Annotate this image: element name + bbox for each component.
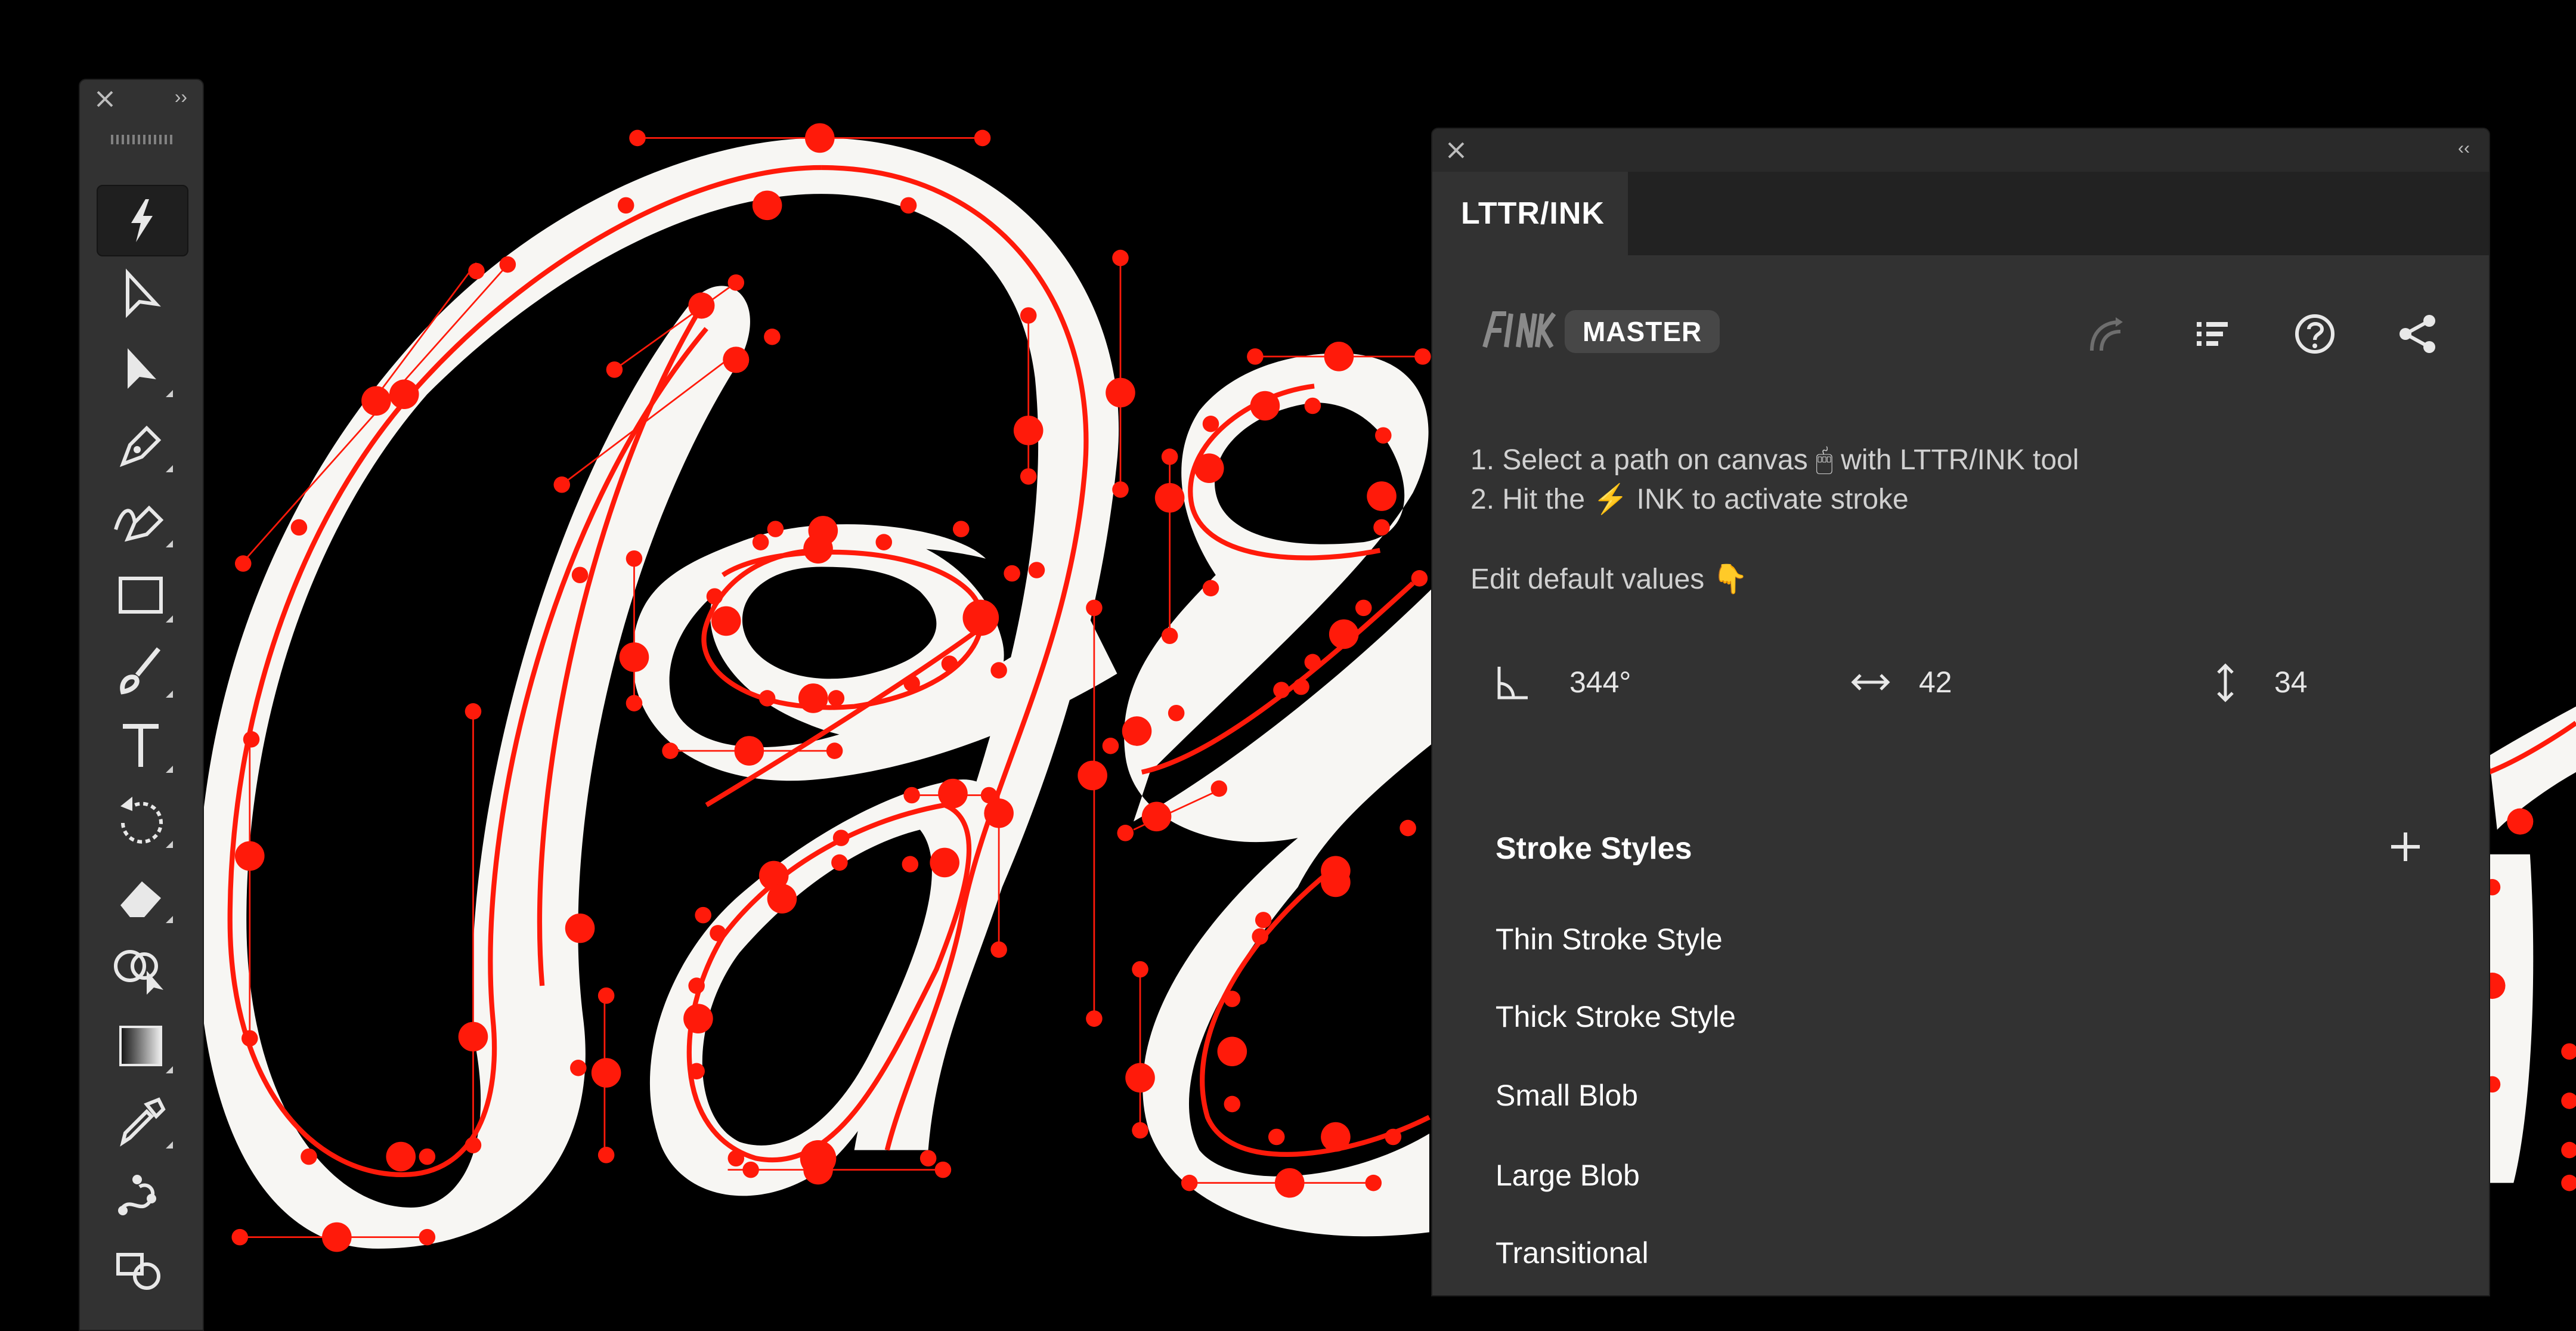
selection-tool[interactable] [97,335,186,404]
stroke-style-item[interactable]: Small Blob [1496,1076,1638,1115]
gradient-tool[interactable] [97,1011,186,1081]
direct-selection-tool[interactable] [97,260,186,329]
tools-panel: ›› [79,79,204,1331]
collapse-panel-icon[interactable]: ‹‹ [2458,138,2470,159]
width-value[interactable]: 42 [1919,664,1952,700]
more-tools-icon [166,465,173,472]
tools-panel-header: ›› [80,80,203,118]
height-value[interactable]: 34 [2274,664,2308,700]
eyedropper-tool[interactable] [97,1087,186,1156]
angle-param[interactable]: 344° [1492,656,1730,710]
rectangle-tool[interactable] [97,561,186,630]
curvature-pen-tool[interactable] [97,485,186,555]
plan-badge: MASTER [1565,310,1720,353]
panel-tab-bar: LTTR/INK [1432,172,2489,255]
more-tools-icon [166,1066,173,1073]
instruction-step-1: 1. Select a path on canvas 🖱 with LTTR/I… [1470,444,2079,476]
rotate-tool[interactable] [97,786,186,855]
type-tool[interactable] [97,711,186,780]
stroke-style-item[interactable]: Thin Stroke Style [1496,920,1723,959]
share-icon[interactable] [2391,308,2445,361]
stroke-style-item[interactable]: Large Blob [1496,1156,1640,1195]
instruction-step-2: 2. Hit the ⚡ INK to activate stroke [1470,484,1909,515]
tab-lttr-ink[interactable]: LTTR/INK [1432,172,1628,255]
more-tools-icon [166,615,173,623]
stroke-styles-title: Stroke Styles [1496,831,1692,866]
edit-defaults-label: Edit default values 👇 [1470,564,1748,595]
width-param[interactable]: 42 [1850,656,2088,710]
more-tools-icon [166,390,173,397]
panel-titlebar: ‹‹ [1432,129,2489,172]
list-icon[interactable] [2185,308,2238,361]
help-icon[interactable] [2289,308,2342,361]
close-icon[interactable] [1445,140,1467,164]
more-tools-icon [166,691,173,698]
ink-logo [1480,302,1563,359]
pen-tool[interactable] [97,410,186,479]
more-tools-icon [166,766,173,773]
panel-grip-handle[interactable] [111,135,173,144]
stroke-style-item[interactable]: Thick Stroke Style [1496,997,1736,1036]
more-tools-icon [166,916,173,923]
paintbrush-tool[interactable] [97,636,186,705]
close-icon[interactable] [94,88,116,113]
add-stroke-style-icon[interactable] [2382,823,2429,871]
more-tools-icon [166,841,173,848]
blend-tool[interactable] [97,1237,186,1306]
more-tools-icon [166,540,173,547]
expand-panel-icon[interactable]: ›› [175,87,187,106]
more-tools-icon [166,1141,173,1149]
eraser-tool[interactable] [97,861,186,930]
lttr-ink-panel: ‹‹ LTTR/INK MASTER 1. Select a path on c… [1431,128,2490,1296]
height-param[interactable]: 34 [2205,656,2444,710]
stroke-style-item[interactable]: Transitional [1496,1233,1649,1273]
angle-value[interactable]: 344° [1569,664,1631,700]
stroke-direction-icon[interactable] [2080,308,2134,361]
lttr-ink-tool[interactable] [97,185,188,256]
puppet-warp-tool[interactable] [97,1162,186,1231]
shape-builder-tool[interactable] [97,936,186,1005]
